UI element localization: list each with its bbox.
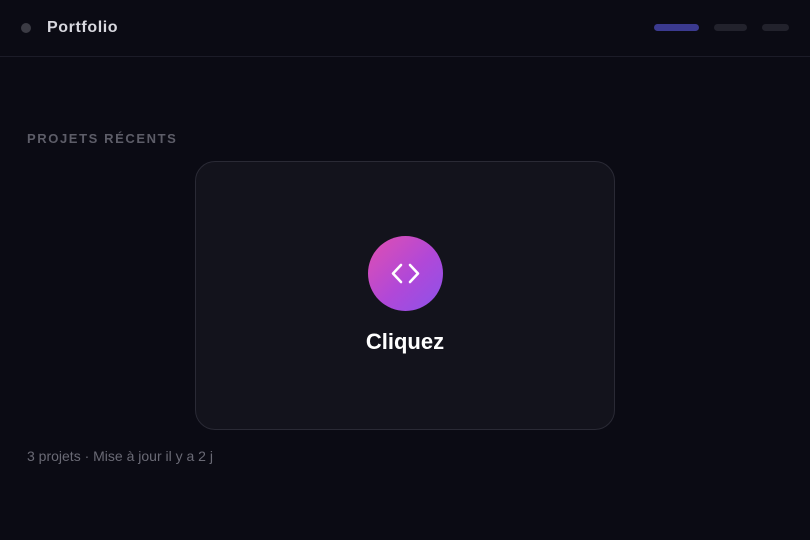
section-heading: PROJETS RÉCENTS xyxy=(27,131,178,146)
nav-pill-2[interactable] xyxy=(714,24,747,31)
page-title: Portfolio xyxy=(47,19,119,36)
code-icon xyxy=(391,263,420,284)
top-bar: Portfolio xyxy=(0,0,810,57)
page: Portfolio PROJETS RÉCENTS Cliquez 3 proj… xyxy=(0,0,810,540)
project-card[interactable]: Cliquez xyxy=(195,161,615,430)
nav-pill-3[interactable] xyxy=(762,24,789,31)
project-summary: 3 projets · Mise à jour il y a 2 j xyxy=(27,448,213,464)
status-dot-icon xyxy=(21,23,31,33)
nav-pill-1[interactable] xyxy=(654,24,699,31)
card-label: Cliquez xyxy=(365,329,445,354)
code-icon-badge xyxy=(368,236,443,311)
